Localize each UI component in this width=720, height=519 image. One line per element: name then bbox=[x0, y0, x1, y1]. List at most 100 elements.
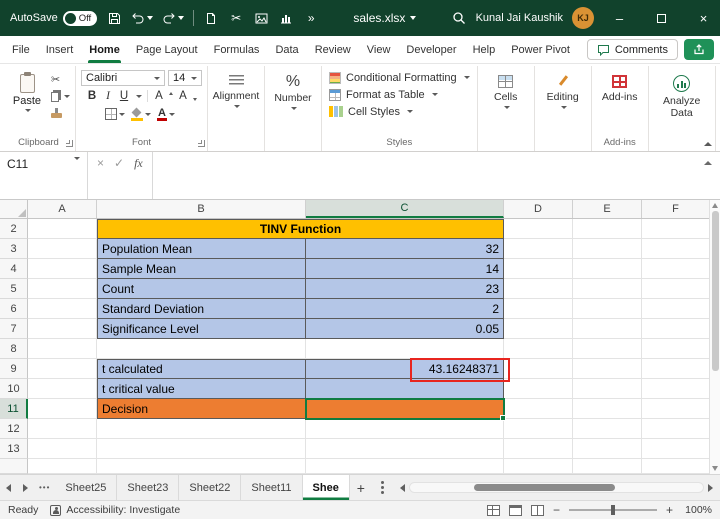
share-button[interactable] bbox=[684, 39, 714, 60]
cell-C6[interactable]: 2 bbox=[306, 299, 504, 319]
borders-button[interactable] bbox=[105, 108, 126, 120]
cell-F6[interactable] bbox=[642, 299, 709, 319]
cell-D3[interactable] bbox=[504, 239, 573, 259]
cell-A3[interactable] bbox=[28, 239, 97, 259]
cell-D9[interactable] bbox=[504, 359, 573, 379]
cell-E4[interactable] bbox=[573, 259, 642, 279]
cell-F12[interactable] bbox=[642, 419, 709, 439]
cell-D11[interactable] bbox=[504, 399, 573, 419]
copy-button[interactable] bbox=[51, 90, 70, 102]
font-size-select[interactable]: 14 bbox=[168, 70, 202, 86]
save-button[interactable] bbox=[106, 9, 122, 27]
cell-F7[interactable] bbox=[642, 319, 709, 339]
italic-button[interactable]: I bbox=[102, 90, 115, 102]
row-header-9[interactable]: 9 bbox=[0, 359, 28, 379]
sheet-tab-sheet11[interactable]: Sheet11 bbox=[241, 475, 303, 500]
chart-button[interactable] bbox=[278, 9, 294, 27]
cell-A9[interactable] bbox=[28, 359, 97, 379]
ribbon-tab-view[interactable]: View bbox=[359, 36, 399, 63]
cell-F5[interactable] bbox=[642, 279, 709, 299]
cell-A13[interactable] bbox=[28, 439, 97, 459]
sheet-tab-sheet25[interactable]: Sheet25 bbox=[55, 475, 118, 500]
document-button[interactable] bbox=[203, 9, 219, 27]
name-box[interactable]: C11 bbox=[0, 152, 88, 199]
scroll-right-arrow-icon[interactable] bbox=[708, 483, 713, 492]
format-painter-button[interactable] bbox=[51, 107, 70, 119]
cell-D13[interactable] bbox=[504, 439, 573, 459]
cell-B7[interactable]: Significance Level bbox=[97, 319, 306, 339]
column-header-A[interactable]: A bbox=[28, 200, 97, 218]
cell-F-partial[interactable] bbox=[642, 459, 709, 474]
format-as-table-button[interactable]: Format as Table bbox=[327, 86, 472, 103]
ribbon-tab-formulas[interactable]: Formulas bbox=[206, 36, 268, 63]
cell-B10[interactable]: t critical value bbox=[97, 379, 306, 399]
cut-quick-button[interactable]: ✂ bbox=[228, 9, 244, 27]
cell-E7[interactable] bbox=[573, 319, 642, 339]
user-name[interactable]: Kunal Jai Kaushik bbox=[476, 12, 563, 24]
row-header-10[interactable]: 10 bbox=[0, 379, 28, 399]
cell-C12[interactable] bbox=[306, 419, 504, 439]
sheet-tab-sheet23[interactable]: Sheet23 bbox=[117, 475, 180, 500]
cell-E8[interactable] bbox=[573, 339, 642, 359]
ribbon-tab-insert[interactable]: Insert bbox=[38, 36, 82, 63]
cut-button[interactable]: ✂ bbox=[51, 73, 70, 86]
cell-C11[interactable] bbox=[305, 398, 506, 421]
comments-button[interactable]: Comments bbox=[586, 39, 678, 60]
cell-A5[interactable] bbox=[28, 279, 97, 299]
user-avatar[interactable]: KJ bbox=[572, 7, 595, 29]
fill-handle[interactable] bbox=[500, 415, 506, 421]
alignment-button[interactable]: Alignment bbox=[213, 69, 259, 108]
cell-D7[interactable] bbox=[504, 319, 573, 339]
row-header-8[interactable]: 8 bbox=[0, 339, 28, 359]
ribbon-tab-review[interactable]: Review bbox=[307, 36, 359, 63]
cell-A12[interactable] bbox=[28, 419, 97, 439]
cell-E3[interactable] bbox=[573, 239, 642, 259]
cell-B2[interactable]: TINV Function bbox=[97, 219, 504, 239]
row-header-4[interactable]: 4 bbox=[0, 259, 28, 279]
paste-button[interactable]: Paste bbox=[7, 69, 47, 112]
maximize-button[interactable] bbox=[645, 0, 678, 36]
ribbon-tab-help[interactable]: Help bbox=[465, 36, 504, 63]
cell-B-partial[interactable] bbox=[97, 459, 306, 474]
bold-button[interactable]: B bbox=[86, 90, 99, 102]
zoom-slider-thumb[interactable] bbox=[610, 505, 615, 515]
collapse-formula-bar-button[interactable] bbox=[696, 152, 720, 199]
ribbon-tab-data[interactable]: Data bbox=[267, 36, 306, 63]
fill-color-button[interactable] bbox=[131, 108, 152, 121]
cell-F4[interactable] bbox=[642, 259, 709, 279]
column-header-D[interactable]: D bbox=[504, 200, 573, 218]
vertical-scrollbar[interactable] bbox=[709, 200, 720, 474]
cell-C8[interactable] bbox=[306, 339, 504, 359]
minimize-button[interactable]: – bbox=[603, 0, 636, 36]
hidden-sheets-button[interactable]: ••• bbox=[34, 475, 55, 500]
cell-C-partial[interactable] bbox=[306, 459, 504, 474]
row-header-12[interactable]: 12 bbox=[0, 419, 28, 439]
collapse-ribbon-button[interactable] bbox=[704, 142, 712, 146]
cell-A8[interactable] bbox=[28, 339, 97, 359]
cell-A11[interactable] bbox=[28, 399, 97, 419]
ribbon-tab-home[interactable]: Home bbox=[81, 36, 128, 63]
cell-B8[interactable] bbox=[97, 339, 306, 359]
accessibility-status[interactable]: Accessibility: Investigate bbox=[50, 504, 180, 516]
cell-D6[interactable] bbox=[504, 299, 573, 319]
close-button[interactable]: × bbox=[687, 0, 720, 36]
cell-B5[interactable]: Count bbox=[97, 279, 306, 299]
cell-C7[interactable]: 0.05 bbox=[306, 319, 504, 339]
cell-A10[interactable] bbox=[28, 379, 97, 399]
select-all-corner[interactable] bbox=[0, 200, 28, 218]
cell-B6[interactable]: Standard Deviation bbox=[97, 299, 306, 319]
font-color-button[interactable]: A bbox=[157, 107, 175, 121]
workbook-title[interactable]: sales.xlsx bbox=[353, 11, 417, 25]
cell-C13[interactable] bbox=[306, 439, 504, 459]
cell-A-partial[interactable] bbox=[28, 459, 97, 474]
cell-E6[interactable] bbox=[573, 299, 642, 319]
cell-E5[interactable] bbox=[573, 279, 642, 299]
cell-A2[interactable] bbox=[28, 219, 97, 239]
cell-E2[interactable] bbox=[573, 219, 642, 239]
underline-button[interactable]: U bbox=[118, 90, 131, 102]
cell-B9[interactable]: t calculated bbox=[97, 359, 306, 379]
formula-input[interactable] bbox=[153, 152, 696, 199]
cells-button[interactable]: Cells bbox=[483, 69, 529, 109]
picture-button[interactable] bbox=[253, 9, 269, 27]
zoom-level[interactable]: 100% bbox=[682, 504, 712, 516]
